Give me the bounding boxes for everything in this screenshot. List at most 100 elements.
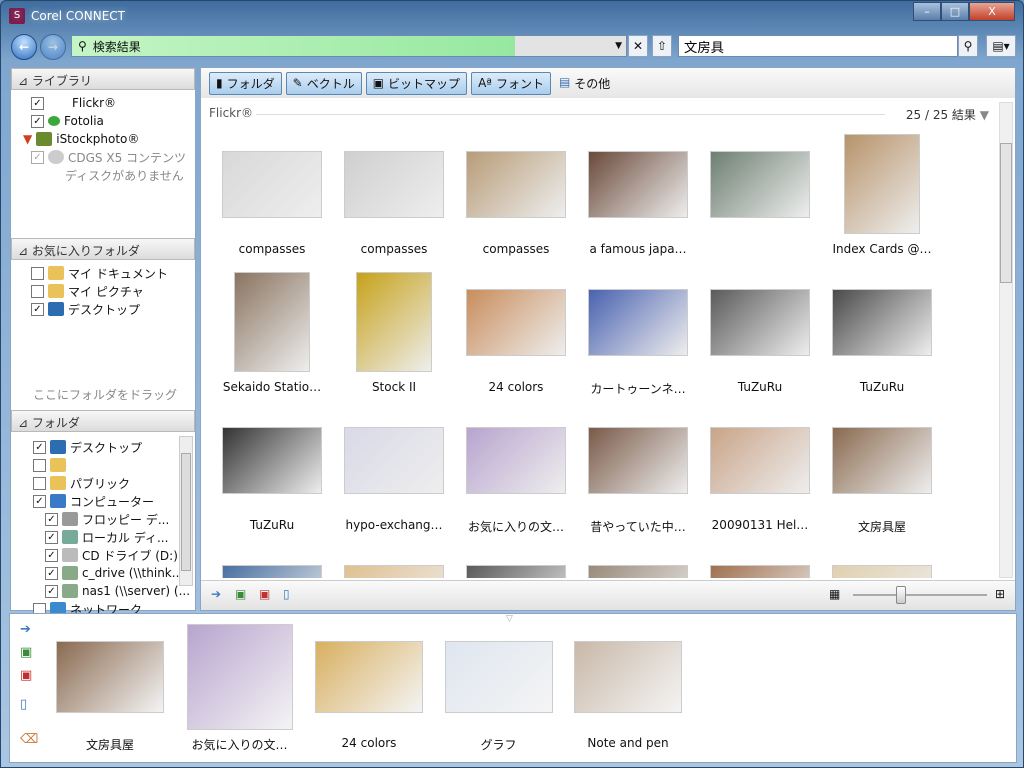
result-item[interactable] [821,548,943,578]
tray-clear-icon[interactable]: ⌫ [20,732,38,747]
result-item[interactable]: Index Cards @… [821,134,943,256]
tray-icon[interactable]: ▯ [283,587,290,601]
tray-label: Note and pen [587,736,669,750]
tray-item[interactable]: Note and pen [563,624,693,750]
result-thumbnail [344,565,444,578]
tray-item[interactable]: グラフ [434,624,564,752]
tray-export-icon[interactable]: ➔ [20,622,38,637]
folder-desktop[interactable]: ✓ デスクトップ [33,438,190,456]
result-item[interactable]: TuZuRu [821,272,943,394]
tray-label: お気に入りの文… [191,738,288,752]
close-button[interactable]: X [969,2,1015,21]
tray-item[interactable]: 24 colors [304,624,434,750]
result-item[interactable]: hypo-exchang… [333,410,455,532]
library-item-istockphoto[interactable]: ▼ iStockphoto® [23,130,195,148]
result-item[interactable]: compasses [455,134,577,256]
folder-local-disk[interactable]: ✓ ローカル ディ... [33,528,190,546]
filter-vector-button[interactable]: ✎ ベクトル [285,71,362,95]
result-item[interactable] [577,548,699,578]
library-item-cdgs[interactable]: ✓ CDGS X5 コンテンツ [31,148,195,166]
tray-thumbnail [444,641,553,713]
library-item-flickr[interactable]: ✓ Flickr® [31,94,195,112]
maximize-button[interactable]: □ [941,2,969,21]
tray-item[interactable]: お気に入りの文… [175,624,305,752]
library-header[interactable]: ⊿ ライブラリ [11,68,195,90]
address-bar[interactable]: ⚲ 検索結果 ▼ [71,35,627,57]
tray-new-icon[interactable]: ▯ [20,697,38,712]
tray-item[interactable]: 文房具屋 [45,624,175,752]
result-thumbnail [344,427,444,494]
back-button[interactable]: ← [11,34,37,60]
open-icon[interactable]: ▣ [235,587,246,601]
filter-folder-button[interactable]: ▮ フォルダ [209,71,282,95]
result-item[interactable] [699,134,821,218]
up-folder-button[interactable]: ⇧ [652,35,672,57]
options-menu-button[interactable]: ▤▾ [986,35,1016,57]
result-item[interactable]: カートゥーンネ… [577,272,699,396]
result-item[interactable] [333,548,455,578]
drop-hint: ここにフォルダをドラッグ [33,388,178,402]
result-item[interactable]: 文房具屋 [821,410,943,534]
small-thumbnails-icon[interactable]: ▦ [829,587,840,601]
result-item[interactable]: TuZuRu [211,410,333,532]
result-item[interactable]: 24 colors [455,272,577,394]
result-item[interactable]: Sekaido Statio… [211,272,333,394]
forward-button[interactable]: → [40,34,66,60]
filter-other-button[interactable]: ▤ その他 [555,75,610,92]
dropdown-arrow-icon[interactable]: ▼ [615,41,626,51]
result-label: 20090131 Hel… [711,518,809,532]
folder-scrollbar[interactable] [179,436,193,586]
result-thumbnail [832,565,932,578]
filter-bitmap-button[interactable]: ▣ ビットマップ [365,71,468,95]
result-item[interactable]: a famous japa… [577,134,699,256]
result-item[interactable] [455,548,577,578]
folder-cd-drive[interactable]: ✓ CD ドライブ (D:) [33,546,190,564]
folders-header[interactable]: ⊿ フォルダ [11,410,195,432]
result-item[interactable]: 20090131 Hel… [699,410,821,532]
favorite-my-pictures[interactable]: マイ ピクチャ [31,282,168,300]
result-item[interactable]: 昔やっていた中… [577,410,699,534]
result-item[interactable]: compasses [333,134,455,256]
result-thumbnail [222,151,322,218]
result-thumbnail [588,565,688,578]
folder-public[interactable]: パブリック [33,474,190,492]
folder-floppy[interactable]: ✓ フロッピー デ... [33,510,190,528]
export-icon[interactable]: ➔ [211,587,221,601]
minimize-button[interactable]: – [913,2,941,21]
result-item[interactable]: Stock II [333,272,455,394]
folder-c-drive[interactable]: ✓ c_drive (\\think... [33,564,190,582]
tray-label: グラフ [480,738,517,752]
result-thumbnail [844,134,920,234]
result-item[interactable]: TuZuRu [699,272,821,394]
result-thumbnail [588,289,688,356]
import-icon[interactable]: ▣ [259,587,270,601]
address-value: 検索結果 [92,39,141,54]
collapse-tray-icon[interactable]: ▽ [506,614,513,624]
folder-computer[interactable]: ✓ コンピューター [33,492,190,510]
favorite-desktop[interactable]: ✓ デスクトップ [31,300,168,318]
result-label: TuZuRu [249,518,295,532]
library-item-fotolia[interactable]: ✓ Fotolia [31,112,195,130]
result-thumbnail [466,289,566,356]
folder-user[interactable] [33,456,190,474]
tray-import-icon[interactable]: ▣ [20,668,38,683]
filter-font-button[interactable]: Aª フォント [471,71,551,95]
search-input[interactable] [678,35,958,57]
result-thumbnail [356,272,432,372]
favorites-header[interactable]: ⊿ お気に入りフォルダ [11,238,195,260]
result-item[interactable]: お気に入りの文… [455,410,577,534]
tray-open-icon[interactable]: ▣ [20,645,38,660]
zoom-slider-handle[interactable] [896,586,907,604]
folder-icon [48,266,64,280]
result-item[interactable] [211,548,333,578]
result-item[interactable] [699,548,821,578]
result-item[interactable]: compasses [211,134,333,256]
favorite-my-documents[interactable]: マイ ドキュメント [31,264,168,282]
zoom-slider[interactable] [853,586,987,604]
folder-nas1[interactable]: ✓ nas1 (\\server) (... [33,582,190,600]
disc-icon [48,150,64,164]
large-thumbnails-icon[interactable]: ⊞ [995,587,1005,601]
results-scrollbar[interactable] [999,102,1013,578]
search-button[interactable]: ⚲ [958,35,978,57]
clear-button[interactable]: ✕ [628,35,648,57]
